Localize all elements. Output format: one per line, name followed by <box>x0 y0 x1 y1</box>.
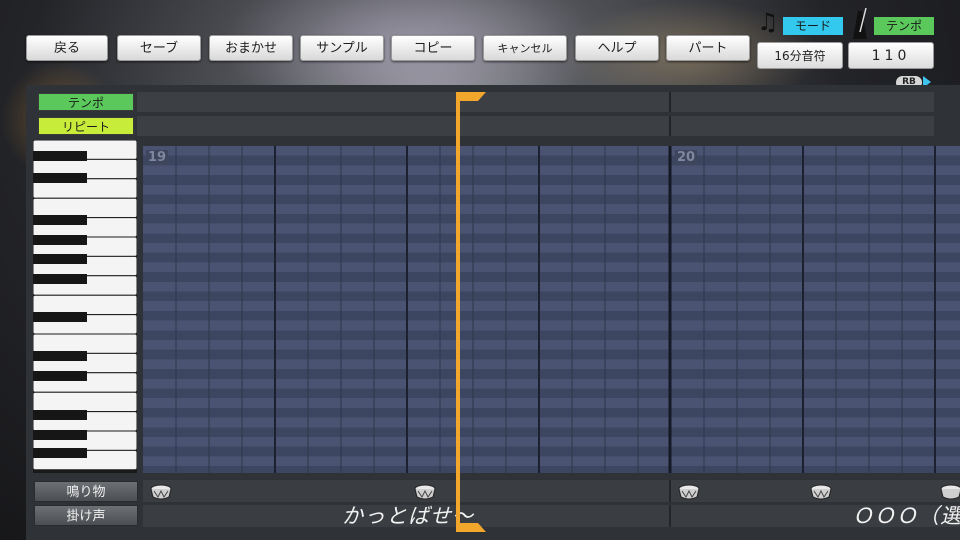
tempo-label: テンポ <box>874 17 934 35</box>
metronome-icon <box>853 7 867 39</box>
drum-icon[interactable] <box>150 483 172 501</box>
cancel-button[interactable]: キャンセル <box>483 35 567 61</box>
mode-selector[interactable]: 16分音符 <box>757 42 843 69</box>
drum-icon[interactable] <box>678 483 700 501</box>
playhead-flag-top <box>456 92 486 104</box>
sound-effect-track[interactable] <box>143 480 960 502</box>
repeat-track-label: リピート <box>38 117 134 135</box>
cheer-text[interactable]: かっとばせ〜 <box>342 500 474 530</box>
copy-button[interactable]: コピー <box>391 35 475 61</box>
sound-effect-track-label[interactable]: 鳴り物 <box>34 481 138 502</box>
piano-keyboard[interactable] <box>33 140 137 473</box>
sample-button[interactable]: サンプル <box>300 35 384 61</box>
cheer-voice-track[interactable] <box>143 505 960 527</box>
save-button[interactable]: セーブ <box>117 35 201 61</box>
cheer-voice-track-label[interactable]: 掛け声 <box>34 505 138 526</box>
tempo-value[interactable]: 110 <box>848 42 934 69</box>
tempo-track[interactable] <box>137 92 934 112</box>
tempo-track-label: テンポ <box>38 93 134 111</box>
note-grid[interactable] <box>143 146 960 473</box>
back-button[interactable]: 戻る <box>26 35 108 61</box>
mode-label: モード <box>783 17 843 35</box>
repeat-track[interactable] <box>137 116 934 136</box>
measure-number: 20 <box>675 150 698 165</box>
drum-icon[interactable] <box>940 483 960 501</box>
cheer-text[interactable]: ＯＯＯ（選 <box>852 500 960 530</box>
drum-icon[interactable] <box>810 483 832 501</box>
part-button[interactable]: パート <box>666 35 750 61</box>
playhead-cursor[interactable] <box>456 92 460 532</box>
music-note-icon: ♫ <box>757 8 779 36</box>
measure-number: 19 <box>146 150 169 165</box>
help-button[interactable]: ヘルプ <box>575 35 659 61</box>
drum-icon[interactable] <box>414 483 436 501</box>
playhead-flag-bottom <box>456 518 486 532</box>
auto-compose-button[interactable]: おまかせ <box>209 35 293 61</box>
grid-lines <box>175 146 936 473</box>
